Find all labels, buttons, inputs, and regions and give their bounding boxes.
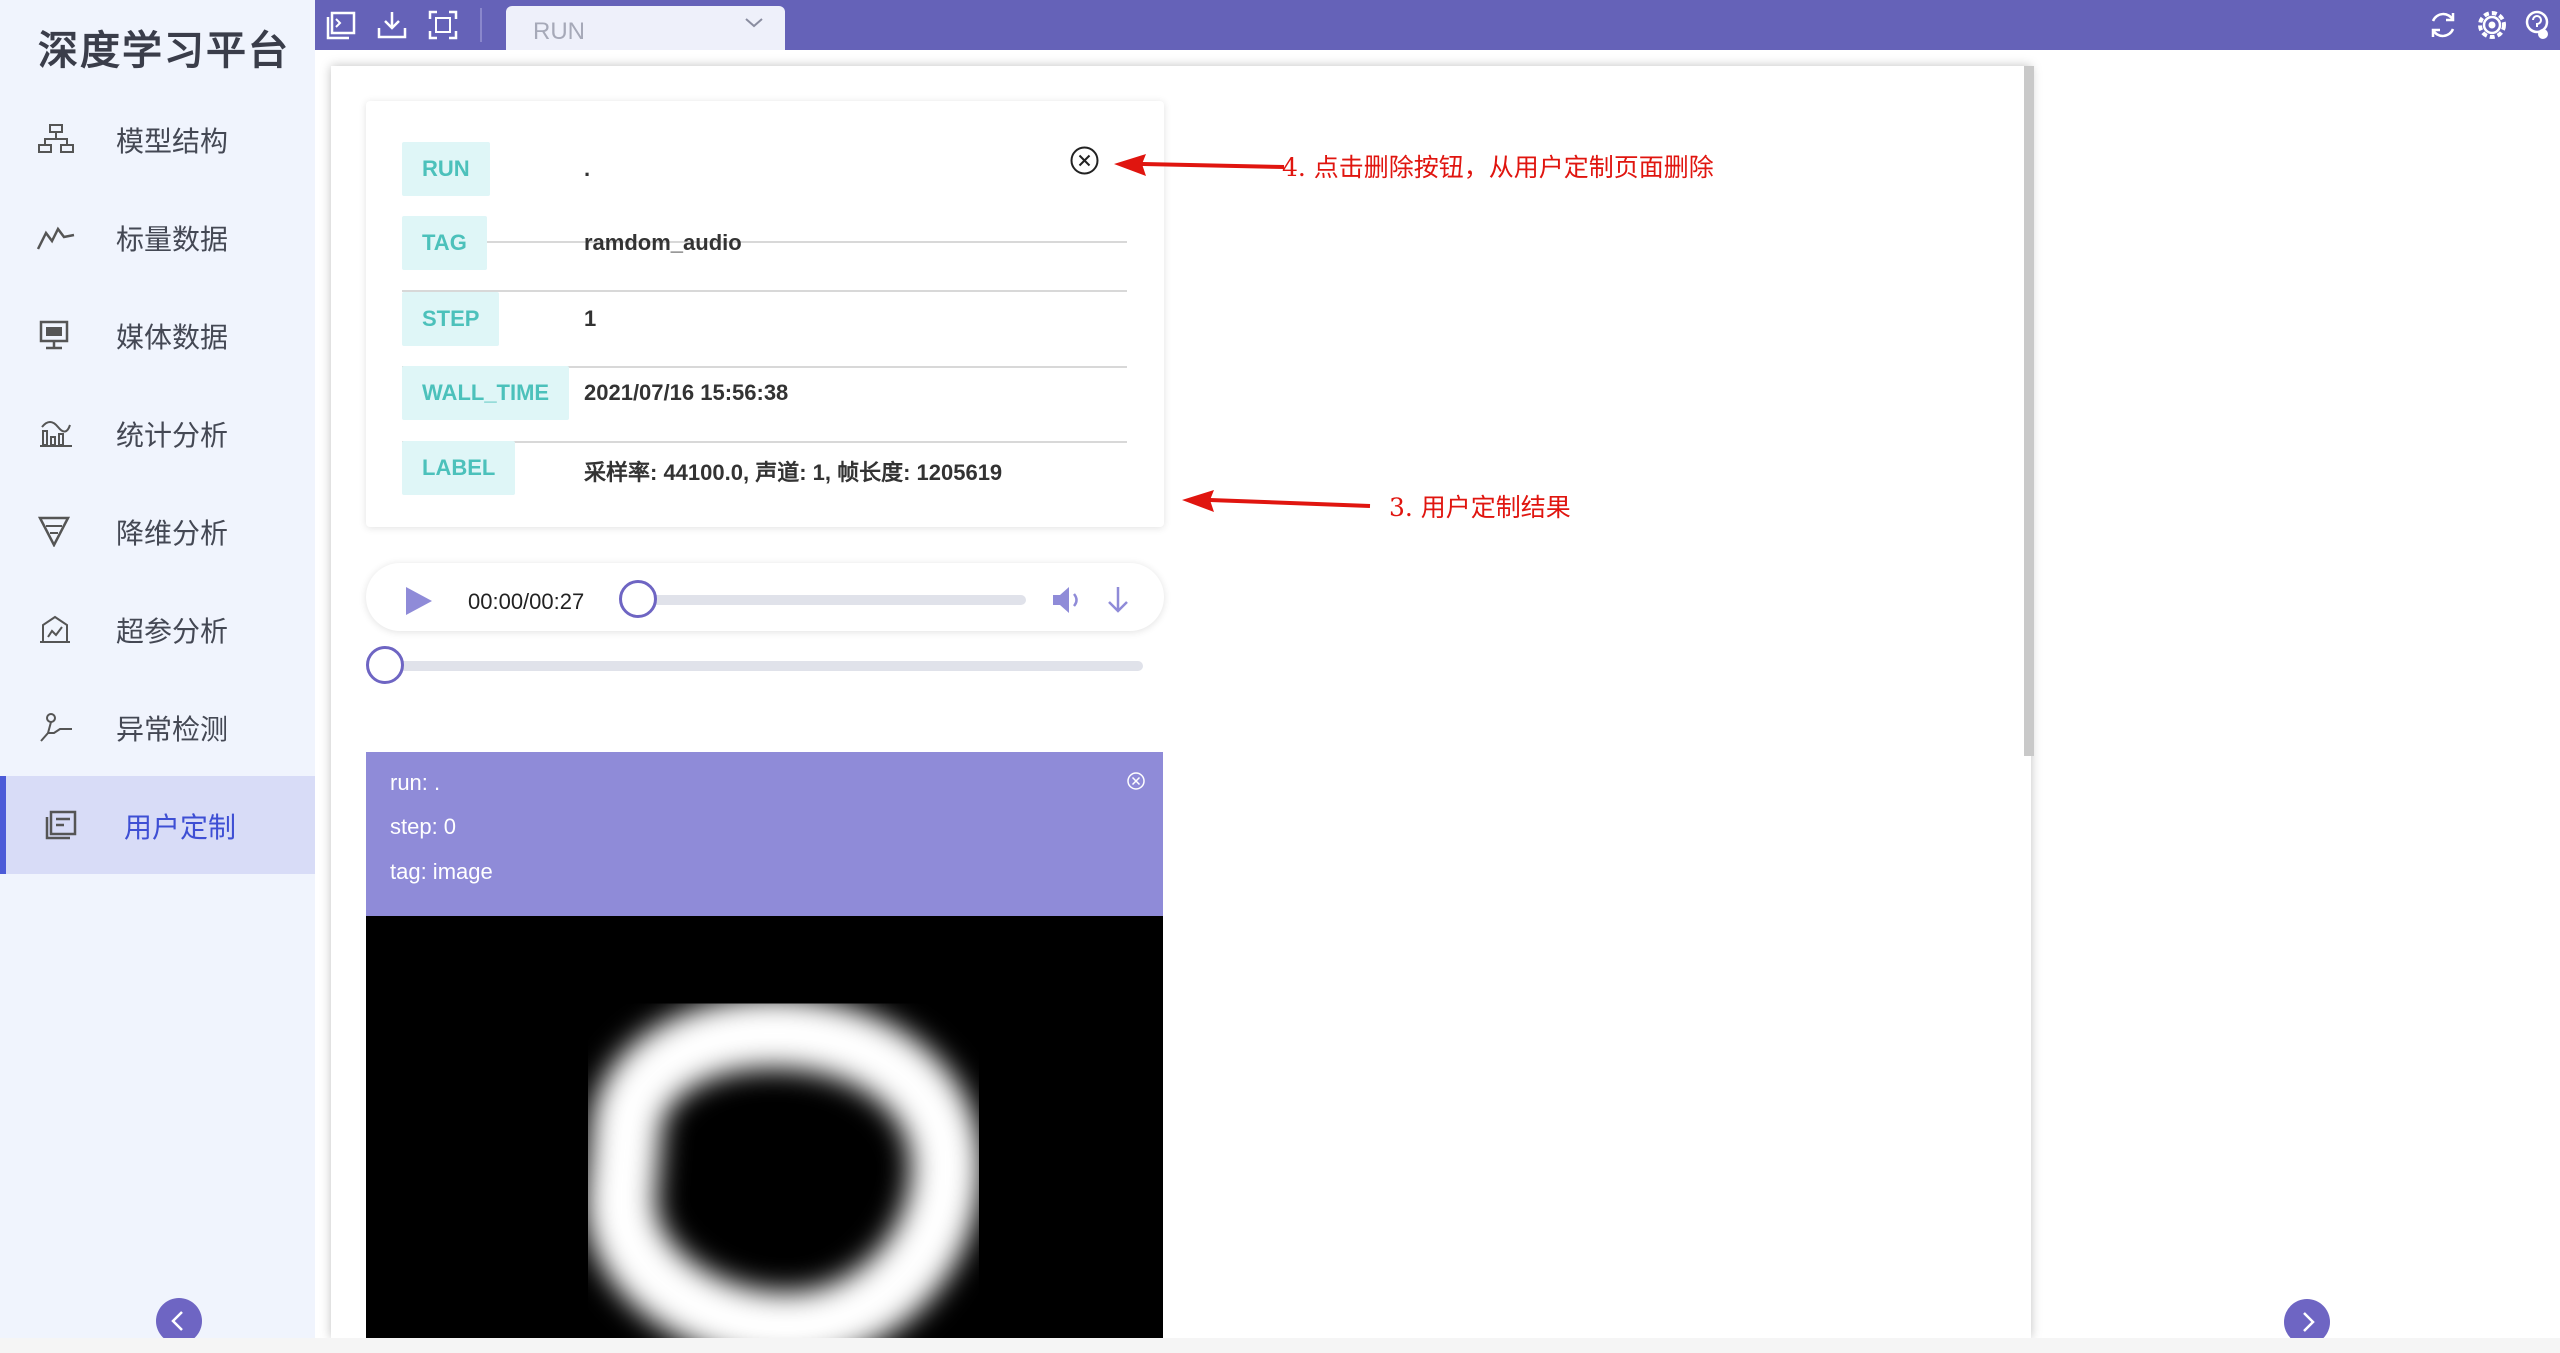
sidebar-item-label: 超参分析: [116, 615, 229, 648]
audio-seek-track[interactable]: [640, 595, 1026, 605]
sidebar-item-label: 用户定制: [124, 811, 237, 844]
sidebar-item-custom[interactable]: 用户定制: [0, 776, 315, 874]
info-key: TAG: [402, 216, 487, 270]
run-select-placeholder: RUN: [533, 18, 585, 45]
info-value: ramdom_audio: [584, 230, 742, 255]
image-run-label: run: .: [390, 770, 441, 795]
sidebar-item-label: 统计分析: [116, 419, 229, 452]
info-value: 1: [584, 306, 597, 331]
info-value: 采样率: 44100.0, 声道: 1, 帧长度: 1205619: [584, 460, 1003, 485]
media-monitor-icon: [39, 320, 69, 350]
sidebar-item-statistics[interactable]: 统计分析: [0, 384, 315, 482]
custom-icon: [45, 810, 77, 840]
image-tag-label: tag: image: [390, 859, 493, 884]
scalar-chart-icon: [36, 226, 75, 250]
volume-icon[interactable]: [1050, 584, 1084, 616]
sidebar-item-label: 模型结构: [116, 125, 229, 158]
model-structure-icon: [38, 124, 74, 153]
download-icon[interactable]: [374, 8, 410, 42]
info-value: 2021/07/16 15:56:38: [584, 380, 789, 405]
annotation-delete-hint: 4. 点击删除按钮，从用户定制页面删除: [1282, 153, 1714, 182]
sidebar-item-model[interactable]: 模型结构: [0, 90, 315, 188]
help-icon[interactable]: [2523, 8, 2551, 42]
funnel-icon: [37, 516, 71, 547]
row-divider: [402, 290, 1127, 292]
sidebar-item-hyperparam[interactable]: 超参分析: [0, 580, 315, 678]
info-key: LABEL: [402, 441, 516, 495]
secondary-slider-knob[interactable]: [366, 646, 404, 684]
audio-info-card: RUN . TAG ramdom_audio STEP 1 WALL_TIME …: [366, 101, 1164, 527]
row-divider: [402, 241, 1127, 243]
image-step-label: step: 0: [390, 814, 457, 839]
fullscreen-icon[interactable]: [425, 8, 461, 42]
app-title: 深度学习平台: [38, 28, 290, 74]
custom-page-icon[interactable]: [324, 8, 360, 42]
top-toolbar: RUN: [315, 0, 2560, 50]
anomaly-icon: [40, 713, 72, 742]
sidebar-item-label: 标量数据: [116, 223, 229, 256]
audio-time: 00:00/00:27: [468, 589, 585, 614]
hyperparam-icon: [40, 615, 70, 643]
image-card: run: . step: 0 tag: image: [366, 752, 1163, 1338]
info-key: WALL_TIME: [402, 366, 570, 420]
info-key: STEP: [402, 292, 500, 346]
run-select[interactable]: RUN: [506, 6, 785, 50]
settings-gear-icon[interactable]: [2474, 8, 2510, 42]
sidebar-item-media[interactable]: 媒体数据: [0, 286, 315, 384]
sidebar-item-label: 异常检测: [116, 713, 229, 746]
sidebar-item-anomaly[interactable]: 异常检测: [0, 678, 315, 776]
chevron-down-icon: [745, 18, 763, 28]
sidebar: 深度学习平台 模型结构 标量数据 媒体数据 统计分析 降维分析 超参分析 异常检…: [0, 0, 315, 1353]
sidebar-item-scalar[interactable]: 标量数据: [0, 188, 315, 286]
sidebar-item-dimension[interactable]: 降维分析: [0, 482, 315, 580]
image-preview: [366, 916, 1163, 1338]
horizontal-scrollbar[interactable]: [0, 1338, 2560, 1353]
image-card-header: run: . step: 0 tag: image: [366, 752, 1163, 916]
download-audio-icon[interactable]: [1105, 584, 1131, 616]
secondary-slider-track[interactable]: [385, 661, 1143, 671]
arrow-to-delete: [1114, 154, 1285, 176]
statistics-icon: [40, 421, 72, 447]
arrow-to-result: [1182, 490, 1371, 512]
handwritten-digit-image: [585, 998, 982, 1338]
info-value: .: [584, 156, 591, 181]
refresh-icon[interactable]: [2425, 8, 2461, 42]
vertical-scrollbar[interactable]: [2024, 66, 2034, 756]
image-delete-button[interactable]: [1126, 771, 1146, 791]
sidebar-item-label: 降维分析: [116, 517, 229, 550]
toolbar-divider: [480, 8, 482, 42]
audio-seek-knob[interactable]: [619, 580, 657, 618]
delete-button[interactable]: [1069, 145, 1100, 176]
sidebar-item-label: 媒体数据: [116, 321, 229, 354]
info-key: RUN: [402, 142, 490, 196]
annotation-result-hint: 3. 用户定制结果: [1389, 493, 1571, 522]
play-icon[interactable]: [404, 585, 434, 617]
